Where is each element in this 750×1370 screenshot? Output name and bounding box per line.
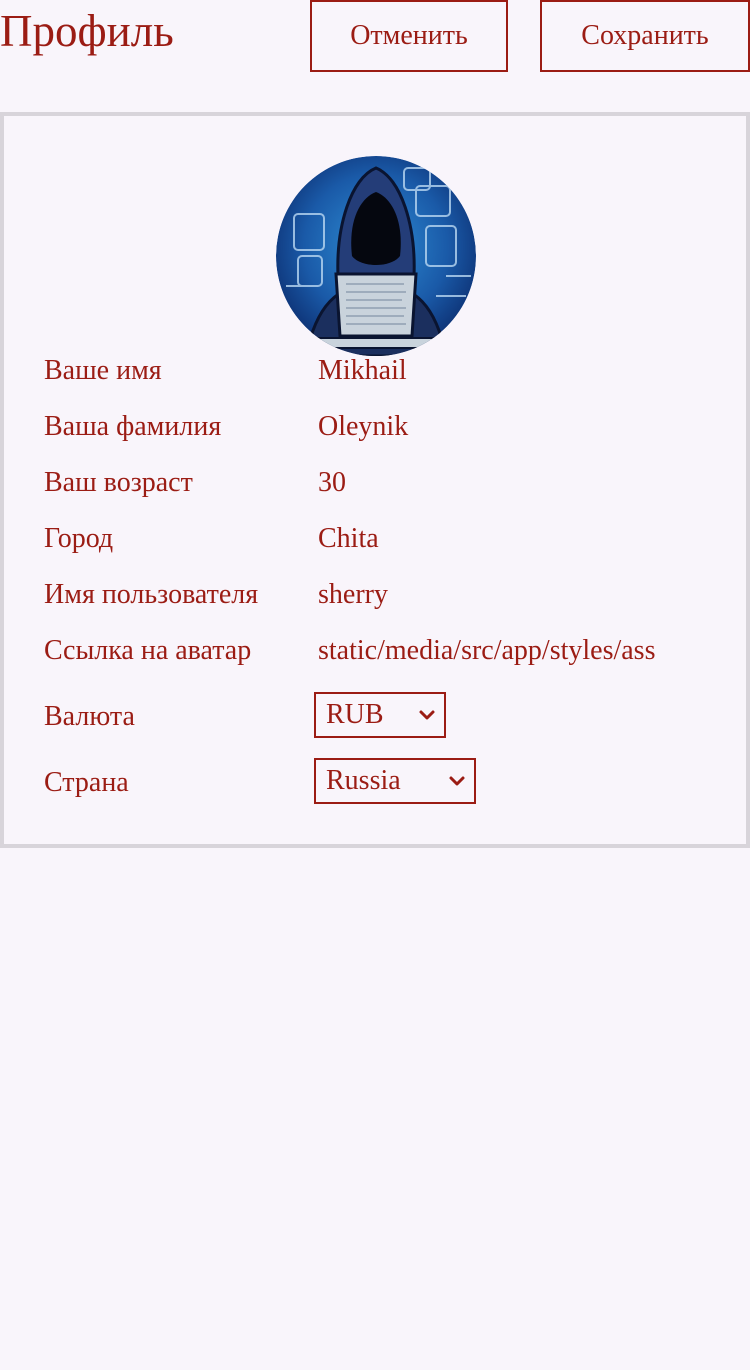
hacker-avatar-icon (276, 156, 476, 356)
currency-selected-value: RUB (326, 699, 384, 730)
username-label: Имя пользователя (44, 579, 259, 610)
first-name-field[interactable]: Mikhail (318, 354, 708, 388)
city-label: Город (44, 523, 114, 554)
profile-card: Ваше имя Mikhail Ваша фамилия Oleynik Ва… (0, 112, 750, 848)
country-label: Страна (44, 767, 129, 798)
profile-header: Профиль Отменить Сохранить (0, 0, 750, 80)
currency-select[interactable]: RUB (314, 692, 446, 738)
avatar (276, 156, 476, 356)
city-field[interactable]: Chita (318, 522, 708, 556)
save-button[interactable]: Сохранить (540, 0, 750, 72)
age-label: Ваш возраст (44, 467, 193, 498)
chevron-down-icon (449, 776, 465, 786)
last-name-label: Ваша фамилия (44, 411, 222, 442)
first-name-label: Ваше имя (44, 355, 162, 386)
country-selected-value: Russia (326, 765, 401, 796)
page-title: Профиль (0, 6, 174, 56)
cancel-button[interactable]: Отменить (310, 0, 508, 72)
age-field[interactable]: 30 (318, 466, 708, 500)
chevron-down-icon (419, 710, 435, 720)
avatar-link-label: Ссылка на аватар (44, 635, 252, 666)
currency-label: Валюта (44, 701, 135, 732)
last-name-field[interactable]: Oleynik (318, 410, 708, 444)
username-field[interactable]: sherry (318, 578, 708, 612)
country-select[interactable]: Russia (314, 758, 476, 804)
avatar-link-field[interactable]: static/media/src/app/styles/ass (318, 634, 708, 668)
